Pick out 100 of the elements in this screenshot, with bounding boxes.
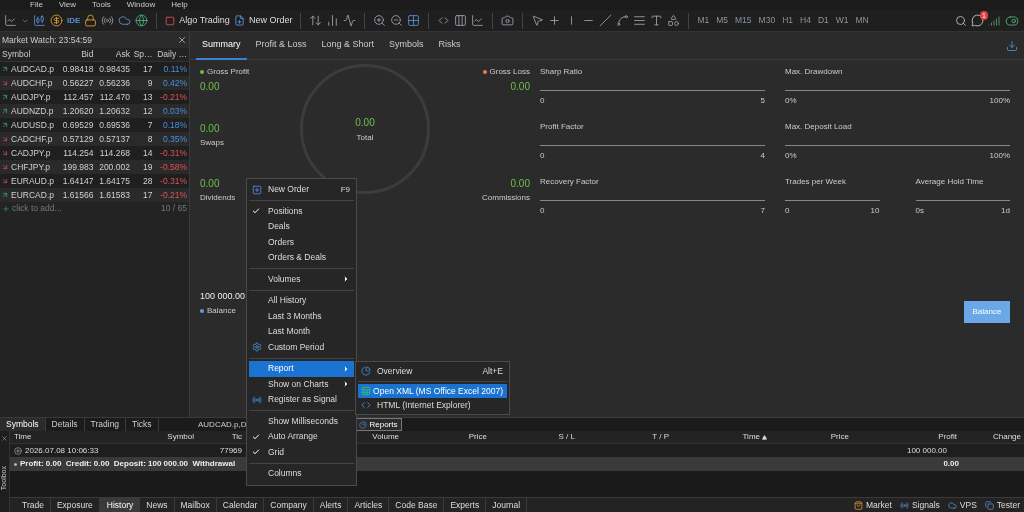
menu-item[interactable]: Show on Charts xyxy=(249,376,354,392)
toolbox-tab[interactable]: History xyxy=(99,497,141,512)
panel-tab[interactable]: Symbols xyxy=(0,418,46,431)
column-header[interactable]: Price xyxy=(830,431,849,443)
toolbox-tab[interactable]: News xyxy=(140,497,175,512)
connection-icon[interactable] xyxy=(988,14,1000,27)
lock-icon[interactable] xyxy=(84,14,98,27)
menu-bar-item[interactable]: View xyxy=(58,0,77,10)
trendline-icon[interactable] xyxy=(599,14,613,27)
column-header[interactable]: Sp… xyxy=(132,48,155,61)
menu-bar-item[interactable]: File xyxy=(30,0,43,10)
close-icon[interactable] xyxy=(177,35,187,45)
toolbox-tab[interactable]: Exposure xyxy=(50,497,100,512)
menu-item[interactable]: Report xyxy=(249,361,354,377)
chart-tab[interactable]: AUDCAD.p,D xyxy=(196,418,249,431)
menu-item[interactable]: Last Month xyxy=(249,324,354,340)
menu-item[interactable]: Last 3 Months xyxy=(249,308,354,324)
timeframe-button[interactable]: W1 xyxy=(835,14,849,27)
symbol-cell[interactable]: AUDNZD.p xyxy=(11,104,54,118)
toolbox-tab[interactable]: Experts xyxy=(444,497,487,512)
symbol-cell[interactable]: AUDUSD.p xyxy=(11,118,54,132)
column-header[interactable]: Symbol xyxy=(167,431,194,443)
column-header[interactable]: Symbol xyxy=(0,48,60,61)
timeframe-button[interactable]: M15 xyxy=(735,14,752,27)
report-tab[interactable]: Symbols xyxy=(383,31,430,60)
search-icon[interactable] xyxy=(955,14,967,27)
column-header[interactable]: Profit xyxy=(938,431,957,443)
cursor-icon[interactable] xyxy=(531,14,545,27)
report-tab[interactable]: Profit & Loss xyxy=(249,31,313,60)
symbol-cell[interactable]: CADJPY.p xyxy=(11,146,51,160)
toolbox-tab[interactable]: Company xyxy=(264,497,314,512)
column-header[interactable]: Price xyxy=(468,431,487,443)
symbol-cell[interactable]: EURAUD.p xyxy=(11,174,54,188)
menu-item[interactable]: Register as Signal xyxy=(249,392,354,408)
toolbox-tab[interactable]: Code Base xyxy=(389,497,445,512)
symbol-cell[interactable]: AUDCHF.p xyxy=(11,76,53,90)
toolbox-tab[interactable]: Trade xyxy=(16,497,51,512)
cloud-icon[interactable] xyxy=(118,14,132,27)
symbol-cell[interactable]: CHFJPY.p xyxy=(11,160,51,174)
menu-item[interactable]: Volumes xyxy=(249,271,354,287)
service-button[interactable]: VPS xyxy=(943,498,981,512)
menu-bar-item[interactable]: Tools xyxy=(92,0,111,10)
menu-item[interactable]: Custom Period xyxy=(249,339,354,355)
toolbox-tab[interactable]: Mailbox xyxy=(174,497,217,512)
column-header[interactable]: T / P xyxy=(652,431,669,443)
menu-item[interactable]: Columns xyxy=(249,466,354,482)
menu-item[interactable]: Auto Arrange xyxy=(249,429,354,445)
timeframe-button[interactable]: H4 xyxy=(800,14,811,27)
camera-icon[interactable] xyxy=(501,14,515,27)
service-button[interactable]: Signals xyxy=(895,498,944,512)
menu-item[interactable]: Positions xyxy=(249,203,354,219)
grid-icon[interactable] xyxy=(407,14,421,27)
menu-item[interactable]: Orders & Deals xyxy=(249,250,354,266)
globe-icon[interactable] xyxy=(135,14,149,27)
signal-icon[interactable] xyxy=(101,14,115,27)
line-chart-icon[interactable] xyxy=(4,14,17,27)
report-tab[interactable]: Long & Short xyxy=(315,31,381,60)
column-header[interactable]: Time xyxy=(14,431,32,443)
toolbox-tab[interactable]: Articles xyxy=(348,497,390,512)
bars-icon[interactable] xyxy=(326,14,340,27)
column-header[interactable]: Volume xyxy=(372,431,399,443)
timeframe-button[interactable]: H1 xyxy=(782,14,793,27)
menu-item[interactable]: Show Milliseconds xyxy=(249,413,354,429)
menu-item[interactable]: HTML (Internet Explorer) xyxy=(358,398,507,412)
columns-icon[interactable] xyxy=(454,14,468,27)
column-header[interactable]: Ask xyxy=(96,48,132,61)
menu-item[interactable]: Overview Alt+E xyxy=(358,364,507,378)
add-symbol-link[interactable]: click to add... xyxy=(12,202,62,215)
chat-icon[interactable] xyxy=(971,14,984,27)
column-header[interactable]: Daily … xyxy=(155,48,189,61)
service-button[interactable]: Tester xyxy=(980,498,1024,512)
crosshair-icon[interactable] xyxy=(548,14,562,27)
toolbox-tab[interactable]: Calendar xyxy=(216,497,265,512)
menu-bar-item[interactable]: Window xyxy=(126,0,156,10)
column-header[interactable]: Time xyxy=(742,431,767,443)
symbol-cell[interactable]: AUDCAD.p xyxy=(11,62,54,76)
symbol-cell[interactable]: EURCAD.p xyxy=(11,188,54,202)
close-icon[interactable] xyxy=(1,435,8,442)
menu-item[interactable]: Open XML (MS Office Excel 2007) xyxy=(358,384,507,398)
expand-icon[interactable] xyxy=(14,446,22,455)
dollar-icon[interactable] xyxy=(50,14,63,27)
timeframe-button[interactable]: D1 xyxy=(817,14,829,27)
curve-icon[interactable] xyxy=(616,14,630,27)
zoom-out-icon[interactable] xyxy=(390,14,404,27)
service-button[interactable]: Market xyxy=(849,498,896,512)
menu-item[interactable]: Deals xyxy=(249,219,354,235)
column-header[interactable]: Change xyxy=(992,431,1021,443)
ide-icon[interactable]: IDE xyxy=(67,14,81,27)
algo-trading-button[interactable]: Algo Trading xyxy=(165,13,230,28)
column-header[interactable]: Tic xyxy=(231,431,242,443)
line-icon[interactable] xyxy=(343,14,357,27)
menu-item[interactable]: New Order F9 xyxy=(249,182,354,198)
text-icon[interactable] xyxy=(650,14,664,27)
report-tab[interactable]: Summary xyxy=(196,31,247,60)
channel-icon[interactable] xyxy=(633,14,647,27)
symbol-cell[interactable]: AUDJPY.p xyxy=(11,90,51,104)
report-tab[interactable]: Risks xyxy=(432,31,467,60)
timeframe-button[interactable]: MN xyxy=(855,14,869,27)
download-icon[interactable] xyxy=(1006,39,1018,52)
symbol-cell[interactable]: CADCHF.p xyxy=(11,132,53,146)
